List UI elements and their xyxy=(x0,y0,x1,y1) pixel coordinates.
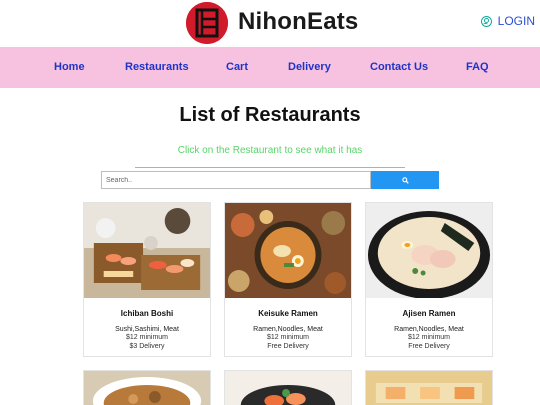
restaurant-image xyxy=(225,371,351,405)
login-label: LOGIN xyxy=(497,14,535,28)
search-input[interactable] xyxy=(101,171,371,189)
restaurant-card[interactable] xyxy=(83,370,211,405)
restaurant-image xyxy=(84,203,210,298)
restaurant-minimum: $12 minimum xyxy=(125,334,168,341)
nav-item-restaurants[interactable]: Restaurants xyxy=(125,61,189,73)
search-icon xyxy=(401,176,409,184)
logo-icon[interactable] xyxy=(186,2,228,44)
nav-item-faq[interactable]: FAQ xyxy=(466,61,489,73)
restaurant-delivery: Free Delivery xyxy=(408,343,450,350)
restaurant-card-ichiban-boshi[interactable]: Ichiban Boshi Sushi,Sashimi, Meat $12 mi… xyxy=(83,202,211,357)
login-button[interactable]: LOGIN xyxy=(480,14,535,28)
nav-item-contact-us[interactable]: Contact Us xyxy=(370,61,428,73)
nav-item-delivery[interactable]: Delivery xyxy=(288,61,331,73)
nav-item-cart[interactable]: Cart xyxy=(226,61,248,73)
nav-bar: Home Restaurants Cart Delivery Contact U… xyxy=(0,47,540,88)
page-title: List of Restaurants xyxy=(179,104,361,126)
restaurant-minimum: $12 minimum xyxy=(266,334,309,341)
nav-item-home[interactable]: Home xyxy=(54,61,85,73)
restaurant-image xyxy=(84,371,210,405)
restaurant-minimum: $12 minimum xyxy=(407,334,450,341)
restaurant-name: Ichiban Boshi xyxy=(120,309,174,318)
restaurant-name: Keisuke Ramen xyxy=(258,309,318,318)
restaurant-image xyxy=(225,203,351,298)
restaurant-name: Ajisen Ramen xyxy=(402,309,456,318)
divider xyxy=(135,167,405,168)
header: NihonEats LOGIN xyxy=(0,0,540,47)
brand-name[interactable]: NihonEats xyxy=(238,8,358,36)
restaurant-card-keisuke-ramen[interactable]: Keisuke Ramen Ramen,Noodles, Meat $12 mi… xyxy=(224,202,352,357)
restaurant-delivery: Free Delivery xyxy=(267,343,309,350)
page-subtitle: Click on the Restaurant to see what it h… xyxy=(177,145,363,156)
restaurant-tags: Ramen,Noodles, Meat xyxy=(394,326,464,333)
restaurant-card[interactable] xyxy=(224,370,352,405)
restaurant-tags: Sushi,Sashimi, Meat xyxy=(115,326,179,333)
restaurant-card[interactable] xyxy=(365,370,493,405)
restaurant-tags: Ramen,Noodles, Meat xyxy=(253,326,323,333)
restaurant-image xyxy=(366,203,492,298)
restaurant-card-ajisen-ramen[interactable]: Ajisen Ramen Ramen,Noodles, Meat $12 min… xyxy=(365,202,493,357)
restaurant-image xyxy=(366,371,492,405)
restaurant-delivery: $3 Delivery xyxy=(129,343,165,350)
search-button[interactable] xyxy=(371,171,439,189)
user-icon xyxy=(480,15,492,27)
